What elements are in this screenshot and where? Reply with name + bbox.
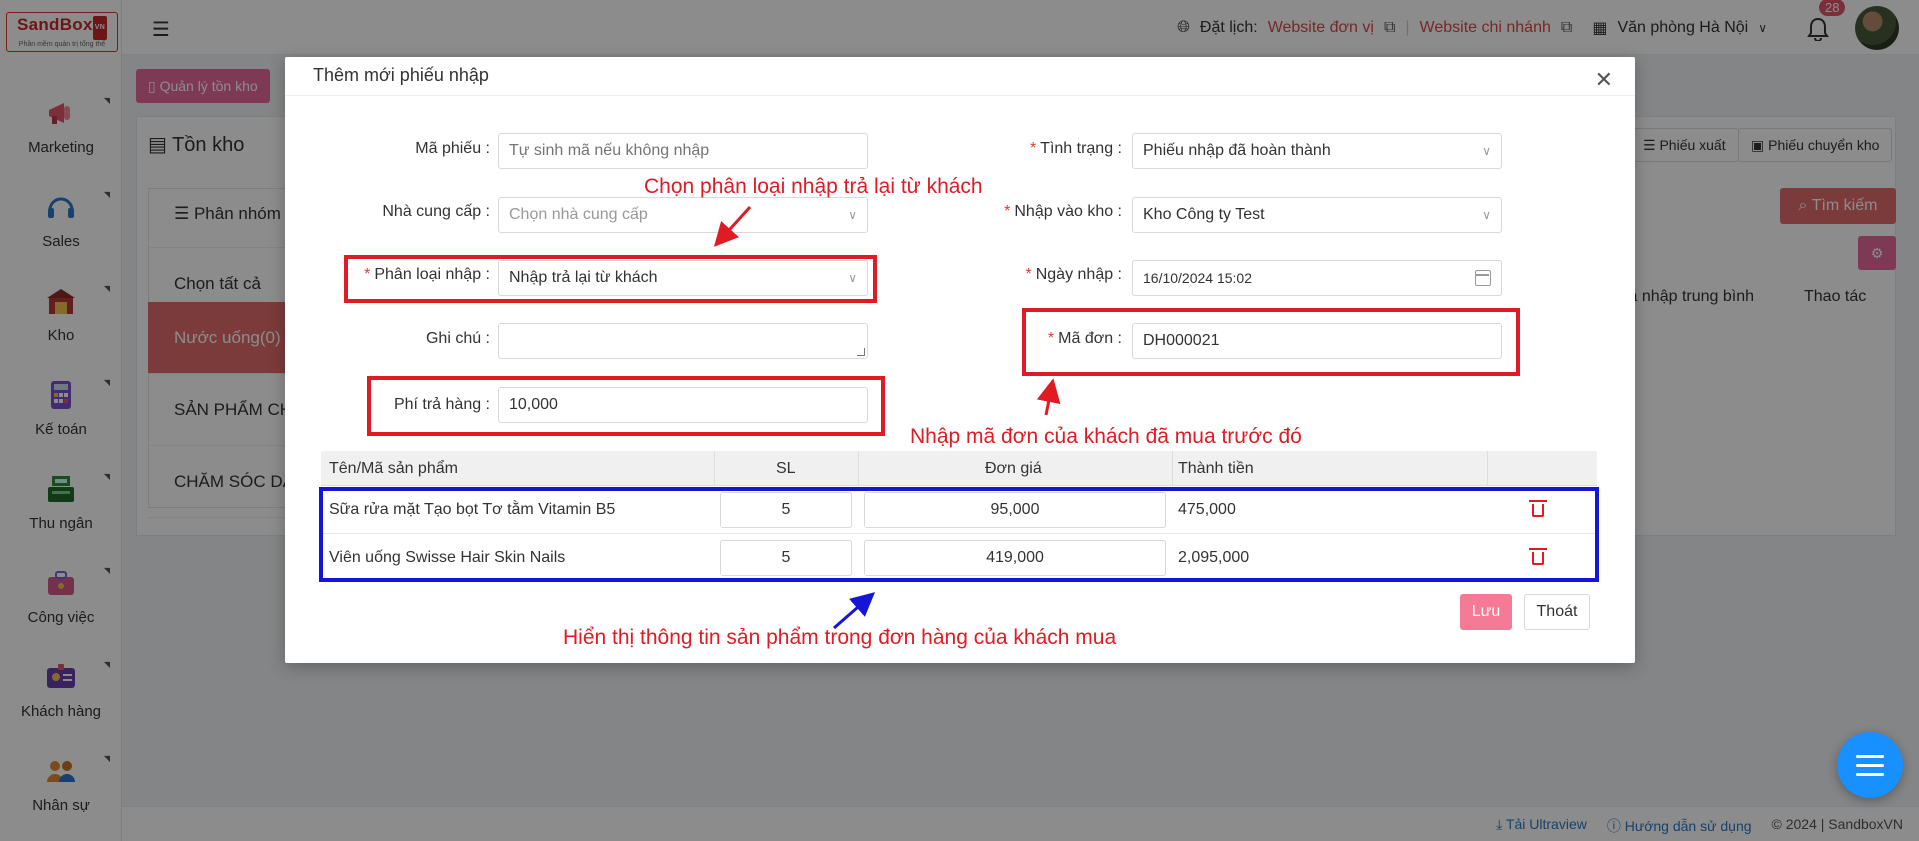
arrow-icon (833, 592, 876, 630)
arrow-icon (713, 205, 752, 247)
arrow-icon (1036, 378, 1061, 416)
annotation-arrows (713, 205, 1061, 630)
